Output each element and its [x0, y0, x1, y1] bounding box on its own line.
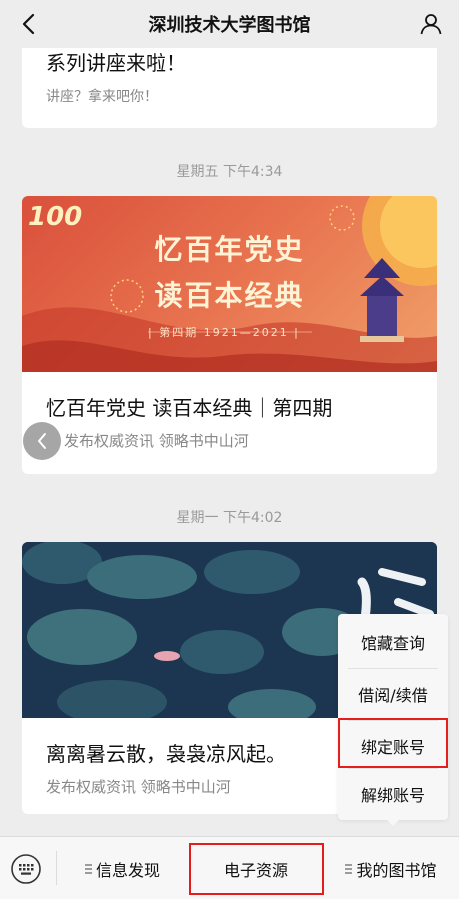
- carousel-prev-button[interactable]: [23, 422, 61, 460]
- menu-item-unbind-account[interactable]: 解绑账号: [338, 768, 448, 820]
- article-card[interactable]: 100 忆百年党史 读百本经典 | 第四期 1921—2021 | 忆百年党史 …: [22, 196, 437, 474]
- banner-issue-label: | 第四期 1921—2021 |: [148, 326, 300, 339]
- tab-label: 我的图书馆: [356, 860, 437, 880]
- banner-title-line1: 忆百年党史: [154, 233, 305, 266]
- submenu-popup: 馆藏查询 借阅/续借 绑定账号 解绑账号: [338, 614, 448, 820]
- profile-button[interactable]: [415, 8, 447, 40]
- navbar: 深圳技术大学图书馆: [0, 0, 459, 48]
- keyboard-icon: [11, 854, 41, 884]
- article-subtitle: 讲座？拿来吧你！: [46, 89, 158, 105]
- article-meta: 发布权威资讯 领略书中山河: [46, 778, 231, 796]
- message-timestamp: 星期五 下午4:34: [176, 164, 283, 180]
- tab-label: 信息发现: [95, 860, 160, 880]
- tab-label: 电子资源: [223, 860, 288, 880]
- tab-my-library[interactable]: 我的图书馆: [323, 837, 459, 899]
- menu-item-borrow-renew[interactable]: 借阅/续借: [338, 668, 448, 720]
- article-meta: 发布权威资讯 领略书中山河: [64, 432, 249, 450]
- menu-item-bind-account[interactable]: 绑定账号: [338, 720, 448, 772]
- message-timestamp: 星期一 下午4:02: [176, 510, 283, 526]
- back-button[interactable]: [12, 8, 44, 40]
- chevron-left-icon: [22, 13, 35, 35]
- article-banner-image: 100 忆百年党史 读百本经典 | 第四期 1921—2021 |: [22, 196, 437, 372]
- menu-lines-icon: [84, 863, 92, 874]
- article-title: 离离暑云散，袅袅凉风起。: [46, 742, 286, 766]
- banner-title-line2: 读百本经典: [154, 279, 305, 312]
- tab-info-discovery[interactable]: 信息发现: [56, 837, 189, 899]
- chevron-left-icon: [38, 433, 46, 449]
- user-profile-icon: [420, 14, 442, 35]
- article-title: 系列讲座来啦！: [46, 51, 186, 75]
- article-title: 忆百年党史 读百本经典｜第四期: [46, 396, 333, 420]
- menu-item-collection-search[interactable]: 馆藏查询: [338, 616, 448, 668]
- popup-pointer: [386, 819, 400, 826]
- menu-lines-icon: [345, 863, 353, 874]
- tab-e-resources[interactable]: 电子资源: [189, 837, 323, 899]
- bottom-menu-bar: 信息发现 电子资源 我的图书馆: [0, 836, 459, 899]
- page-title: 深圳技术大学图书馆: [148, 15, 311, 36]
- keyboard-toggle-button[interactable]: [10, 853, 42, 885]
